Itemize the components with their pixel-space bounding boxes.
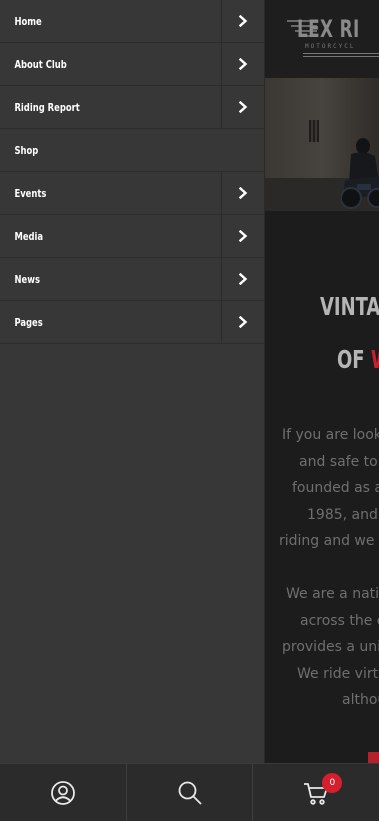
site-header: LEX RI MOTORCYCL	[265, 0, 379, 78]
chevron-right-icon	[238, 230, 248, 242]
chevron-right-icon	[238, 15, 248, 27]
submenu-toggle-button[interactable]	[221, 258, 264, 300]
chevron-right-icon	[238, 316, 248, 328]
menu-item-label: Events	[14, 186, 47, 200]
headline-line-2: OF W	[337, 345, 379, 374]
cart-count-badge: 0	[322, 773, 343, 793]
menu-item-label: Shop	[14, 143, 39, 157]
cart-button[interactable]: 0	[253, 764, 379, 821]
headline-accent: W	[371, 345, 379, 374]
menu-item-label: Home	[14, 14, 42, 28]
search-button[interactable]	[127, 764, 254, 821]
bottom-toolbar: 0	[0, 763, 379, 821]
submenu-toggle-button[interactable]	[221, 172, 264, 214]
nav-drawer: Home About Club Riding Report Shop Events Med…	[0, 0, 265, 763]
menu-item-media[interactable]: Media	[0, 215, 264, 258]
menu-item-label: Pages	[14, 315, 43, 329]
menu-item-about-club[interactable]: About Club	[0, 43, 264, 86]
menu-item-label: Riding Report	[14, 100, 80, 114]
submenu-toggle-button[interactable]	[221, 43, 264, 85]
menu-item-pages[interactable]: Pages	[0, 301, 264, 344]
main-page: LEX RI MOTORCYCL VINTA OF W If you are l…	[265, 0, 379, 763]
logo-divider	[303, 56, 379, 57]
search-icon	[178, 781, 202, 805]
cta-button[interactable]	[368, 752, 379, 763]
submenu-toggle-button[interactable]	[221, 215, 264, 257]
chevron-right-icon	[238, 187, 248, 199]
menu-item-shop[interactable]: Shop	[0, 129, 264, 172]
logo-subtitle: MOTORCYCL	[305, 43, 356, 50]
headline-line-1: VINTA	[320, 292, 379, 321]
motorcycle-rider-image	[341, 138, 379, 209]
account-button[interactable]	[0, 764, 127, 821]
chevron-right-icon	[238, 58, 248, 70]
user-circle-icon	[50, 780, 75, 805]
site-logo[interactable]: LEX RI	[297, 15, 360, 43]
menu-item-events[interactable]: Events	[0, 172, 264, 215]
submenu-toggle-button[interactable]	[221, 86, 264, 128]
about-paragraph: We are a natio across the co provides a …	[282, 586, 379, 708]
intro-paragraph: If you are looki and safe to r founded a…	[279, 427, 379, 549]
menu-item-news[interactable]: News	[0, 258, 264, 301]
menu-item-label: About Club	[14, 57, 67, 71]
logo-divider	[303, 53, 379, 54]
menu-item-label: Media	[14, 229, 44, 243]
menu-item-label: News	[14, 272, 40, 286]
submenu-toggle-button[interactable]	[221, 0, 264, 42]
submenu-toggle-button[interactable]	[221, 301, 264, 343]
chevron-right-icon	[238, 273, 248, 285]
hero-image	[265, 78, 379, 211]
chevron-right-icon	[238, 101, 248, 113]
menu-item-riding-report[interactable]: Riding Report	[0, 86, 264, 129]
menu-item-home[interactable]: Home	[0, 0, 264, 43]
